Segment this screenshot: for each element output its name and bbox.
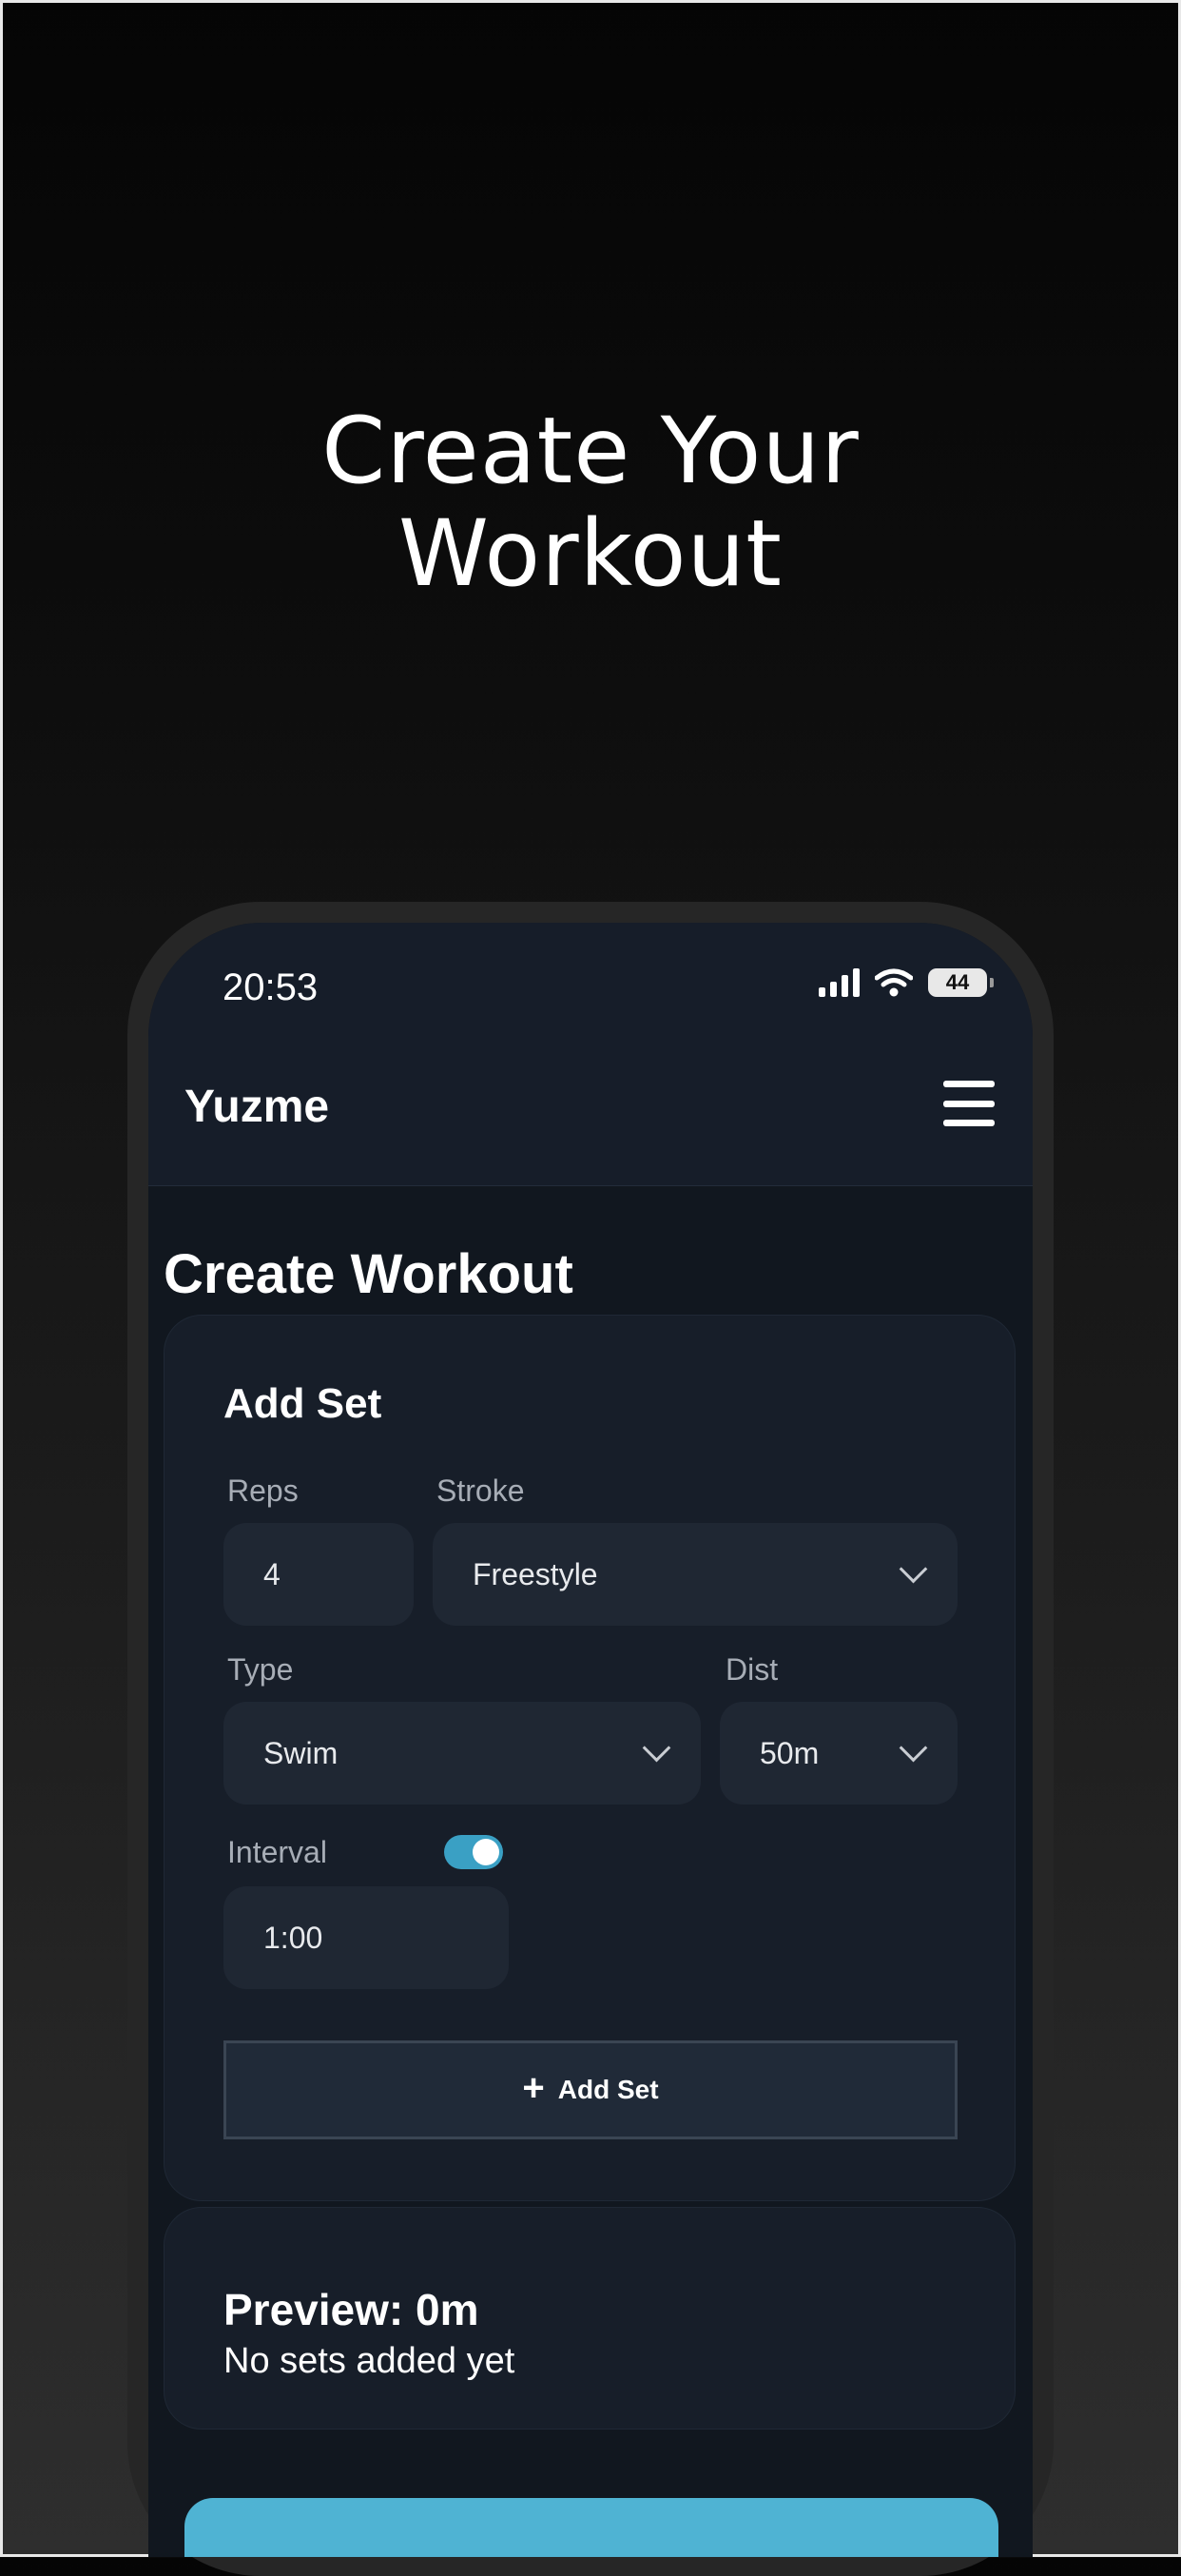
dist-value: 50m [760, 1735, 820, 1770]
type-label: Type [227, 1652, 294, 1687]
reps-input[interactable]: 4 [223, 1523, 414, 1626]
stroke-label: Stroke [436, 1473, 525, 1508]
page-title: Create Workout [164, 1243, 573, 1305]
preview-title: Preview: 0m [223, 2285, 479, 2334]
reps-value: 4 [263, 1556, 281, 1591]
toggle-knob [473, 1839, 499, 1865]
dist-label: Dist [726, 1652, 779, 1687]
interval-toggle[interactable] [444, 1835, 503, 1869]
app-name[interactable]: Yuzme [184, 1081, 329, 1133]
chevron-down-icon [642, 1733, 671, 1763]
stroke-value: Freestyle [473, 1556, 598, 1591]
interval-label: Interval [227, 1835, 327, 1869]
bottom-action-button[interactable] [184, 2498, 998, 2557]
add-set-button-label: Add Set [557, 2075, 659, 2104]
preview-card: Preview: 0m No sets added yet [164, 2207, 1016, 2430]
battery-level: 44 [945, 970, 970, 994]
plus-icon: + [522, 2067, 545, 2109]
interval-input[interactable]: 1:00 [223, 1886, 509, 1989]
status-time: 20:53 [223, 966, 319, 1008]
app-top-bar: 20:53 44 Yuzme [148, 923, 1033, 1186]
interval-value: 1:00 [263, 1920, 323, 1955]
chevron-down-icon [899, 1733, 928, 1763]
promo-headline: Create Your Workout [0, 400, 1181, 605]
hamburger-menu-icon[interactable] [943, 1081, 995, 1126]
dist-select[interactable]: 50m [720, 1702, 958, 1805]
cellular-signal-icon [819, 968, 860, 997]
reps-label: Reps [227, 1473, 299, 1508]
promo-title-line2: Workout [398, 500, 783, 607]
battery-icon: 44 [928, 968, 994, 997]
type-select[interactable]: Swim [223, 1702, 701, 1805]
add-set-card: Add Set Reps 4 Stroke Freestyle Type Swi… [164, 1315, 1016, 2201]
status-icons: 44 [819, 968, 994, 997]
phone-screen: 20:53 44 Yuzme Create Workout Add Set Re… [148, 923, 1033, 2557]
promo-title-line1: Create Your [321, 398, 860, 504]
chevron-down-icon [899, 1554, 928, 1584]
stroke-select[interactable]: Freestyle [433, 1523, 958, 1626]
add-set-button[interactable]: + Add Set [223, 2040, 958, 2139]
type-value: Swim [263, 1735, 339, 1770]
preview-empty-text: No sets added yet [223, 2341, 515, 2381]
wifi-icon [875, 968, 913, 997]
add-set-title: Add Set [223, 1380, 382, 1427]
